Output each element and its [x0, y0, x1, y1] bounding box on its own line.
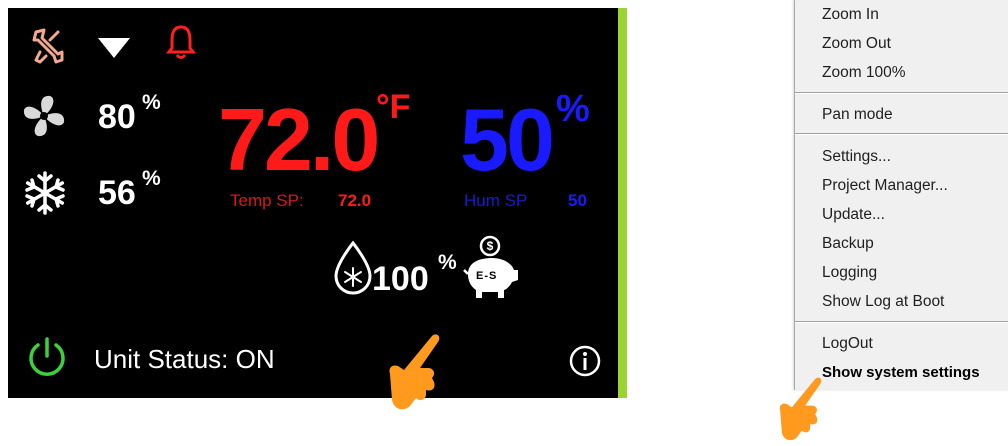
- menu-item-settings[interactable]: Settings...: [822, 149, 891, 165]
- menu-separator: [795, 133, 1008, 135]
- fan-icon: [23, 95, 65, 137]
- context-menu: Zoom In Zoom Out Zoom 100% Pan mode Sett…: [794, 0, 1008, 390]
- svg-text:$: $: [487, 239, 494, 253]
- menu-item-update[interactable]: Update...: [822, 207, 885, 223]
- economy-label: E-S: [476, 270, 498, 282]
- temp-setpoint-value[interactable]: 72.0: [338, 192, 371, 209]
- menu-item-logout[interactable]: LogOut: [822, 336, 873, 352]
- temp-setpoint-label: Temp SP:: [230, 191, 304, 210]
- panel-accent-bar: [618, 8, 627, 398]
- info-icon[interactable]: [568, 344, 602, 378]
- menu-item-show-log-at-boot[interactable]: Show Log at Boot: [822, 294, 944, 310]
- water-drop-snowflake-icon: [334, 240, 372, 295]
- menu-item-zoom-100[interactable]: Zoom 100%: [822, 65, 906, 81]
- hum-setpoint-label: Hum SP: [464, 191, 528, 210]
- menu-separator: [795, 92, 1008, 94]
- cooling-percent: %: [142, 167, 161, 190]
- hmi-panel: 80 % 56 % 72.0 °F Temp SP: 72.0 50 % Hum…: [8, 8, 618, 398]
- humidity-unit: %: [556, 88, 590, 130]
- hum-setpoint-value[interactable]: 50: [568, 192, 587, 209]
- menu-separator: [795, 321, 1008, 323]
- unit-status-text: Unit Status: ON: [94, 344, 275, 374]
- menu-item-pan-mode[interactable]: Pan mode: [822, 107, 893, 123]
- dewpoint-value: 100: [372, 260, 429, 298]
- fan-speed-value: 80: [98, 98, 136, 136]
- temperature-unit: °F: [376, 88, 411, 126]
- pointing-hand-icon: [779, 377, 822, 441]
- wrench-service-icon[interactable]: [30, 26, 66, 66]
- menu-item-zoom-in[interactable]: Zoom In: [822, 7, 879, 23]
- snowflake-icon: [25, 171, 65, 215]
- menu-item-zoom-out[interactable]: Zoom Out: [822, 36, 891, 52]
- menu-item-logging[interactable]: Logging: [822, 265, 877, 281]
- piggy-bank-economy-icon[interactable]: $: [460, 234, 520, 302]
- temperature-reading: 72.0: [218, 90, 380, 189]
- menu-item-project-manager[interactable]: Project Manager...: [822, 178, 948, 194]
- power-icon[interactable]: [26, 336, 68, 378]
- cooling-value: 56: [98, 174, 136, 212]
- humidity-reading: 50: [460, 90, 555, 189]
- dropdown-triangle-icon[interactable]: [96, 36, 132, 60]
- fan-speed-percent: %: [142, 91, 161, 114]
- pointing-hand-icon: [389, 334, 440, 410]
- menu-item-show-system-settings[interactable]: Show system settings: [822, 365, 980, 380]
- menu-item-backup[interactable]: Backup: [822, 236, 874, 252]
- dewpoint-percent: %: [438, 251, 457, 274]
- alarm-bell-icon[interactable]: [166, 22, 196, 62]
